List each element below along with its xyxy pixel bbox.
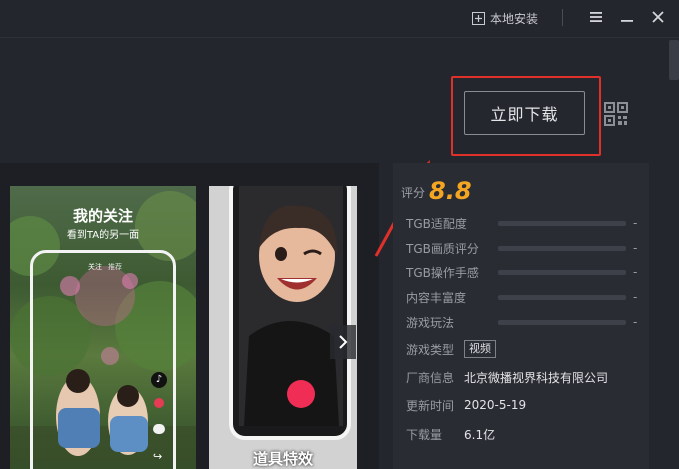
rating-label: 游戏玩法 bbox=[406, 315, 455, 330]
rating-label: TGB适配度 bbox=[406, 216, 467, 231]
share-icon: ↪ bbox=[153, 450, 163, 463]
downloads-label: 下载量 bbox=[406, 427, 443, 442]
close-button[interactable] bbox=[647, 6, 669, 28]
tiktok-logo-icon: ♪ bbox=[151, 372, 167, 388]
rating-row: TGB操作手感 - bbox=[406, 263, 646, 281]
rating-value: - bbox=[633, 241, 638, 255]
downloads-row: 下载量 6.1亿 bbox=[406, 424, 495, 444]
developer-row: 厂商信息 北京微播视界科技有限公司 bbox=[406, 367, 608, 387]
rating-value: - bbox=[633, 315, 638, 329]
local-install-label: 本地安装 bbox=[490, 11, 539, 26]
rating-value: - bbox=[633, 216, 638, 230]
next-screenshot-button[interactable] bbox=[330, 325, 356, 359]
screenshot-gallery: 关注 推荐 我的关注 看到TA的另一面 ♪ ↪ 道具特效 bbox=[0, 163, 379, 469]
rating-row: 游戏玩法 - bbox=[406, 313, 646, 331]
title-bar: 本地安装 bbox=[0, 0, 679, 38]
like-icon bbox=[154, 398, 164, 408]
updated-label: 更新时间 bbox=[406, 398, 455, 413]
minimize-button[interactable] bbox=[616, 6, 638, 28]
game-type-row: 游戏类型 视频 bbox=[406, 339, 496, 359]
download-now-button[interactable]: 立即下载 bbox=[464, 91, 585, 135]
rating-label: TGB操作手感 bbox=[406, 265, 479, 280]
tab-follow: 关注 bbox=[88, 263, 102, 271]
rating-row: TGB适配度 - bbox=[406, 214, 646, 232]
score-value: 8.8 bbox=[429, 177, 472, 205]
rating-value: - bbox=[633, 265, 638, 279]
rating-bar bbox=[498, 220, 626, 226]
minimize-icon bbox=[621, 20, 633, 22]
close-icon bbox=[652, 11, 664, 23]
developer-label: 厂商信息 bbox=[406, 370, 455, 385]
downloads-value: 6.1亿 bbox=[464, 427, 496, 442]
local-install-button[interactable]: 本地安装 bbox=[472, 8, 538, 28]
phone-frame bbox=[30, 250, 176, 469]
rating-label: TGB画质评分 bbox=[406, 241, 479, 256]
score-row: 评分 8.8 bbox=[401, 177, 472, 205]
rating-bar bbox=[498, 294, 626, 300]
game-type-tag[interactable]: 视频 bbox=[464, 340, 496, 358]
scrollbar-thumb[interactable] bbox=[669, 40, 679, 80]
updated-row: 更新时间 2020-5-19 bbox=[406, 395, 526, 415]
tab-recommend: 推荐 bbox=[108, 263, 122, 271]
game-info-panel: 评分 8.8 TGB适配度 - TGB画质评分 - TGB操作手感 - 内容丰富… bbox=[393, 163, 649, 469]
rating-bar bbox=[498, 269, 626, 275]
screenshot-1-title: 我的关注 bbox=[72, 207, 133, 225]
qr-code-icon[interactable] bbox=[604, 102, 628, 126]
comment-icon bbox=[153, 424, 165, 434]
rating-bar bbox=[498, 319, 626, 325]
titlebar-divider bbox=[562, 9, 563, 26]
install-icon bbox=[472, 11, 485, 25]
updated-value: 2020-5-19 bbox=[464, 398, 527, 412]
rating-row: TGB画质评分 - bbox=[406, 239, 646, 257]
hamburger-menu-icon bbox=[590, 12, 602, 22]
screenshot-2-title: 道具特效 bbox=[252, 450, 313, 468]
rating-value: - bbox=[633, 290, 638, 304]
chevron-right-icon bbox=[339, 335, 348, 349]
menu-button[interactable] bbox=[585, 6, 607, 28]
developer-value: 北京微播视界科技有限公司 bbox=[464, 370, 609, 385]
screenshot-1[interactable]: 关注 推荐 我的关注 看到TA的另一面 ♪ ↪ bbox=[10, 186, 196, 469]
rating-row: 内容丰富度 - bbox=[406, 288, 646, 306]
score-label: 评分 bbox=[401, 186, 426, 200]
rating-bar bbox=[498, 245, 626, 251]
rating-label: 内容丰富度 bbox=[406, 290, 467, 305]
screenshot-1-subtitle: 看到TA的另一面 bbox=[66, 230, 140, 241]
game-type-label: 游戏类型 bbox=[406, 342, 455, 357]
